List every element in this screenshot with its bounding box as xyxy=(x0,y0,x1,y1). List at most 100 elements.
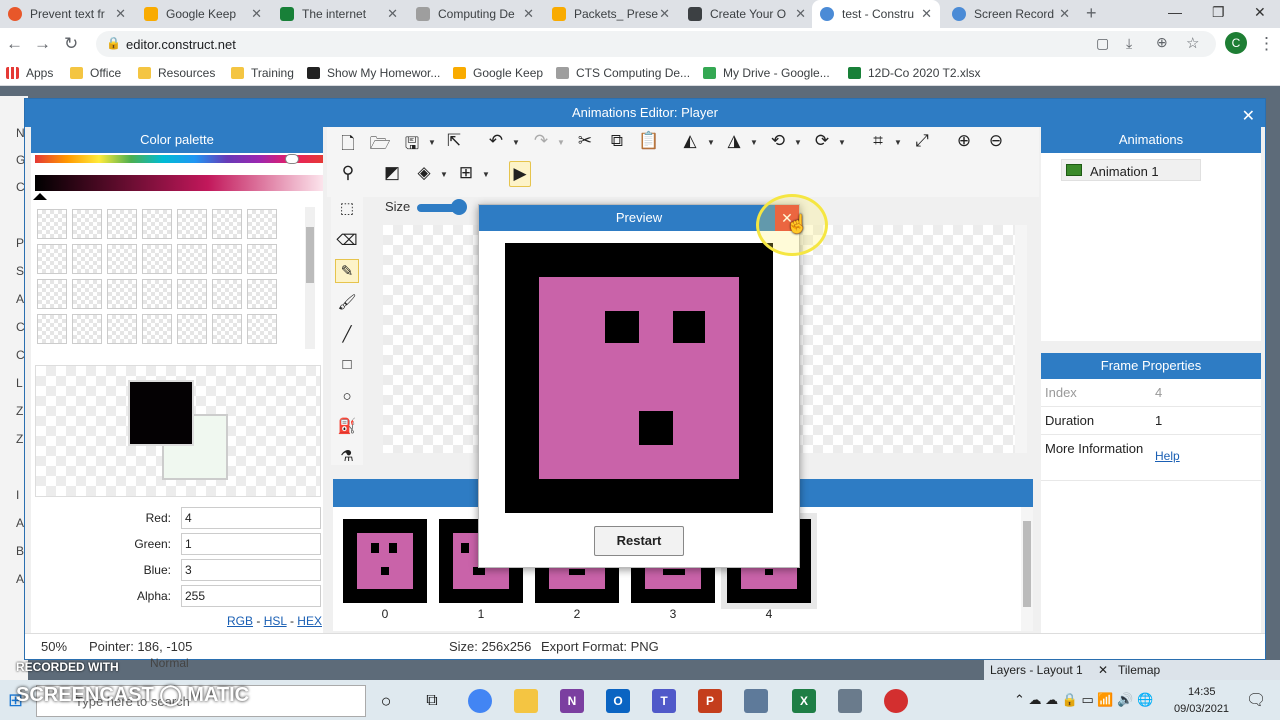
bookmark-link[interactable]: Google Keep xyxy=(453,66,543,80)
chevron-down-icon[interactable]: ▼ xyxy=(482,170,490,179)
browser-tab[interactable]: Packets_ Prese ✕ xyxy=(544,0,678,28)
color-swatch[interactable] xyxy=(37,279,67,309)
color-swatch[interactable] xyxy=(37,314,67,344)
line-icon[interactable]: ╱ xyxy=(335,323,359,347)
color-picker-icon[interactable]: ⚗ xyxy=(335,445,359,469)
color-swatch[interactable] xyxy=(107,279,137,309)
hsl-link[interactable]: HSL xyxy=(264,614,287,628)
close-tab-icon[interactable]: ✕ xyxy=(251,6,262,22)
chevron-down-icon[interactable]: ▼ xyxy=(707,138,715,147)
paste-icon[interactable]: 📋 xyxy=(638,131,660,151)
close-tab-icon[interactable]: ✕ xyxy=(523,6,534,22)
new-tab-icon[interactable]: + xyxy=(1086,3,1097,24)
snipping-icon[interactable] xyxy=(744,689,768,713)
new-file-icon[interactable]: 🗋 xyxy=(337,131,359,160)
calculator-icon[interactable] xyxy=(838,689,862,713)
search-icon[interactable]: ⚲ xyxy=(337,163,359,183)
color-swatch[interactable] xyxy=(142,209,172,239)
bookmark-link[interactable]: My Drive - Google... xyxy=(703,66,830,80)
duration-value[interactable]: 1 xyxy=(1155,413,1162,428)
hue-slider-handle[interactable] xyxy=(285,154,299,164)
close-tab-icon[interactable]: ✕ xyxy=(921,6,932,22)
outlook-icon[interactable]: O xyxy=(606,689,630,713)
color-swatch[interactable] xyxy=(142,279,172,309)
color-swatch[interactable] xyxy=(107,314,137,344)
ellipse-icon[interactable]: ○ xyxy=(335,385,359,409)
zoom-out-icon[interactable]: ⊖ xyxy=(985,131,1007,151)
close-tab-icon[interactable]: ✕ xyxy=(387,6,398,22)
color-swatch[interactable] xyxy=(247,244,277,274)
export-icon[interactable]: ⇱ xyxy=(443,131,465,151)
cortana-icon[interactable]: ○ xyxy=(374,689,398,713)
scrollbar-thumb[interactable] xyxy=(306,227,314,283)
system-tray-icons[interactable]: ⌃ ☁ ☁ 🔒 ▭ 📶 🔊 🌐 xyxy=(1014,692,1153,708)
url-bar[interactable]: 🔒 editor.construct.net ▢ ⤓ ⊕ ☆ xyxy=(96,31,1216,57)
green-field[interactable]: 1 xyxy=(181,533,321,555)
eraser-icon[interactable]: ⌫ xyxy=(335,229,359,253)
color-swatch[interactable] xyxy=(72,209,102,239)
browser-tab[interactable]: Prevent text fr ✕ xyxy=(0,0,134,28)
browser-tab-active[interactable]: test - Constru ✕ xyxy=(812,0,940,28)
crop-icon[interactable]: ⌗ xyxy=(867,131,889,151)
color-swatch[interactable] xyxy=(212,314,242,344)
primary-color-swatch[interactable] xyxy=(128,380,194,446)
screencast-icon[interactable] xyxy=(884,689,908,713)
color-swatch[interactable] xyxy=(72,244,102,274)
reload-icon[interactable]: ↻ xyxy=(64,34,78,54)
open-folder-icon[interactable]: 🗁 xyxy=(369,131,391,160)
redo-icon[interactable]: ↷ xyxy=(530,131,552,151)
blend-mode-select[interactable]: Normal xyxy=(150,656,189,670)
resize-icon[interactable]: ⤢ xyxy=(911,131,933,151)
color-swatch[interactable] xyxy=(107,244,137,274)
bookmark-folder[interactable]: Training xyxy=(231,66,294,80)
shade-slider[interactable] xyxy=(35,175,323,191)
color-swatch[interactable] xyxy=(212,209,242,239)
brush-icon[interactable]: 🖌 xyxy=(335,291,359,315)
canvas-vertical-scrollbar[interactable] xyxy=(1015,225,1027,453)
onenote-icon[interactable]: N xyxy=(560,689,584,713)
rectangle-icon[interactable]: □ xyxy=(335,353,359,377)
color-swatch[interactable] xyxy=(247,209,277,239)
color-swatch[interactable] xyxy=(72,279,102,309)
chevron-down-icon[interactable]: ▼ xyxy=(750,138,758,147)
rotate-right-icon[interactable]: ⟳ xyxy=(811,131,833,151)
color-swatch[interactable] xyxy=(212,244,242,274)
tilemap-tab[interactable]: Tilemap xyxy=(1118,663,1160,677)
browser-tab[interactable]: Screen Record ✕ xyxy=(944,0,1078,28)
color-swatch[interactable] xyxy=(72,314,102,344)
hue-slider[interactable] xyxy=(35,155,323,163)
fill-icon[interactable]: ⛽ xyxy=(335,415,359,439)
color-swatch[interactable] xyxy=(177,209,207,239)
rgb-link[interactable]: RGB xyxy=(227,614,253,628)
browser-tab[interactable]: The internet ✕ xyxy=(272,0,406,28)
chevron-down-icon[interactable]: ▼ xyxy=(894,138,902,147)
blue-field[interactable]: 3 xyxy=(181,559,321,581)
red-field[interactable]: 4 xyxy=(181,507,321,529)
bookmark-folder[interactable]: Resources xyxy=(138,66,215,80)
color-swatch[interactable] xyxy=(247,314,277,344)
close-tab-icon[interactable]: ✕ xyxy=(659,6,670,22)
color-swatch[interactable] xyxy=(177,244,207,274)
rotate-left-icon[interactable]: ⟲ xyxy=(767,131,789,151)
bookmark-link[interactable]: 12D-Co 2020 T2.xlsx xyxy=(848,66,981,80)
restore-icon[interactable]: ❐ xyxy=(1212,4,1225,21)
color-swatch[interactable] xyxy=(212,279,242,309)
cut-icon[interactable]: ✂ xyxy=(574,131,596,151)
color-swatch[interactable] xyxy=(107,209,137,239)
notifications-icon[interactable]: 🗨 xyxy=(1246,690,1266,710)
restart-button[interactable]: Restart xyxy=(594,526,684,556)
bookmark-apps[interactable]: Apps xyxy=(6,66,53,80)
color-swatch[interactable] xyxy=(142,244,172,274)
star-icon[interactable]: ☆ xyxy=(1186,34,1199,52)
powerpoint-icon[interactable]: P xyxy=(698,689,722,713)
install-icon[interactable]: ⤓ xyxy=(1126,35,1132,52)
color-swatch[interactable] xyxy=(177,314,207,344)
close-tab-icon[interactable]: ✕ xyxy=(1098,663,1108,677)
color-swatch[interactable] xyxy=(37,244,67,274)
layers-icon[interactable]: ◈ xyxy=(413,163,435,183)
bookmark-link[interactable]: CTS Computing De... xyxy=(556,66,690,80)
bookmark-link[interactable]: Show My Homewor... xyxy=(307,66,440,80)
hex-link[interactable]: HEX xyxy=(297,614,322,628)
animation-list-item[interactable]: Animation 1 xyxy=(1061,159,1201,181)
alpha-field[interactable]: 255 xyxy=(181,585,321,607)
